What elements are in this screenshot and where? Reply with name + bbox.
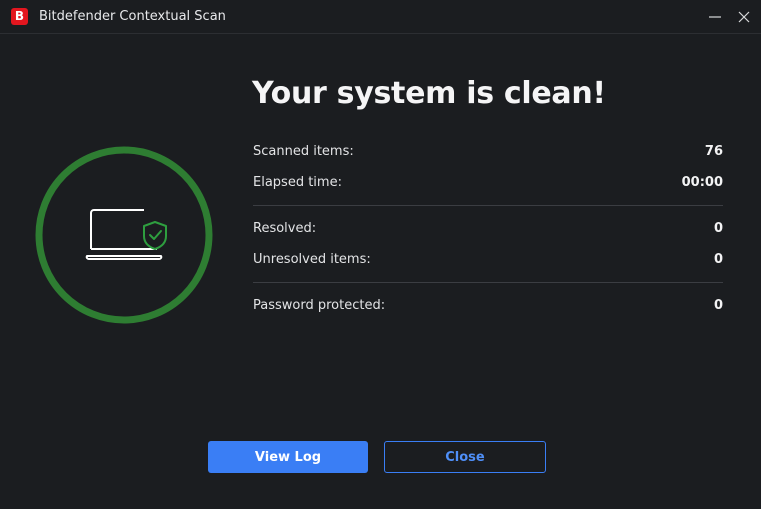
stat-value: 0 [713,298,723,313]
scan-result-headline: Your system is clean! [252,76,606,111]
stat-scanned-items: Scanned items: 76 [253,137,723,168]
scan-window: B Bitdefender Contextual Scan Your syste… [0,0,761,509]
stat-label: Unresolved items: [253,252,371,267]
shield-check-icon [143,221,167,250]
stat-value: 0 [713,221,723,236]
title-bar: B Bitdefender Contextual Scan [0,0,761,34]
stat-password-protected: Password protected: 0 [253,291,723,322]
window-title: Bitdefender Contextual Scan [39,9,226,24]
stat-unresolved-items: Unresolved items: 0 [253,245,723,276]
stat-label: Password protected: [253,298,386,313]
stat-label: Scanned items: [253,144,354,159]
minimize-button[interactable] [702,4,728,30]
stat-resolved: Resolved: 0 [253,214,723,245]
close-button[interactable]: Close [384,441,546,473]
close-window-button[interactable] [731,4,757,30]
stat-label: Resolved: [253,221,317,236]
scan-stats: Scanned items: 76 Elapsed time: 00:00 Re… [253,137,723,322]
close-icon [738,11,750,23]
divider [253,205,723,206]
stat-value: 76 [704,144,723,159]
view-log-button[interactable]: View Log [208,441,368,473]
bitdefender-logo: B [11,8,28,25]
stat-value: 0 [713,252,723,267]
stat-elapsed-time: Elapsed time: 00:00 [253,168,723,199]
stat-value: 00:00 [681,175,723,190]
status-ring-graphic [35,146,213,324]
minimize-icon [709,16,721,18]
divider [253,282,723,283]
stat-label: Elapsed time: [253,175,342,190]
status-ring [34,145,214,325]
